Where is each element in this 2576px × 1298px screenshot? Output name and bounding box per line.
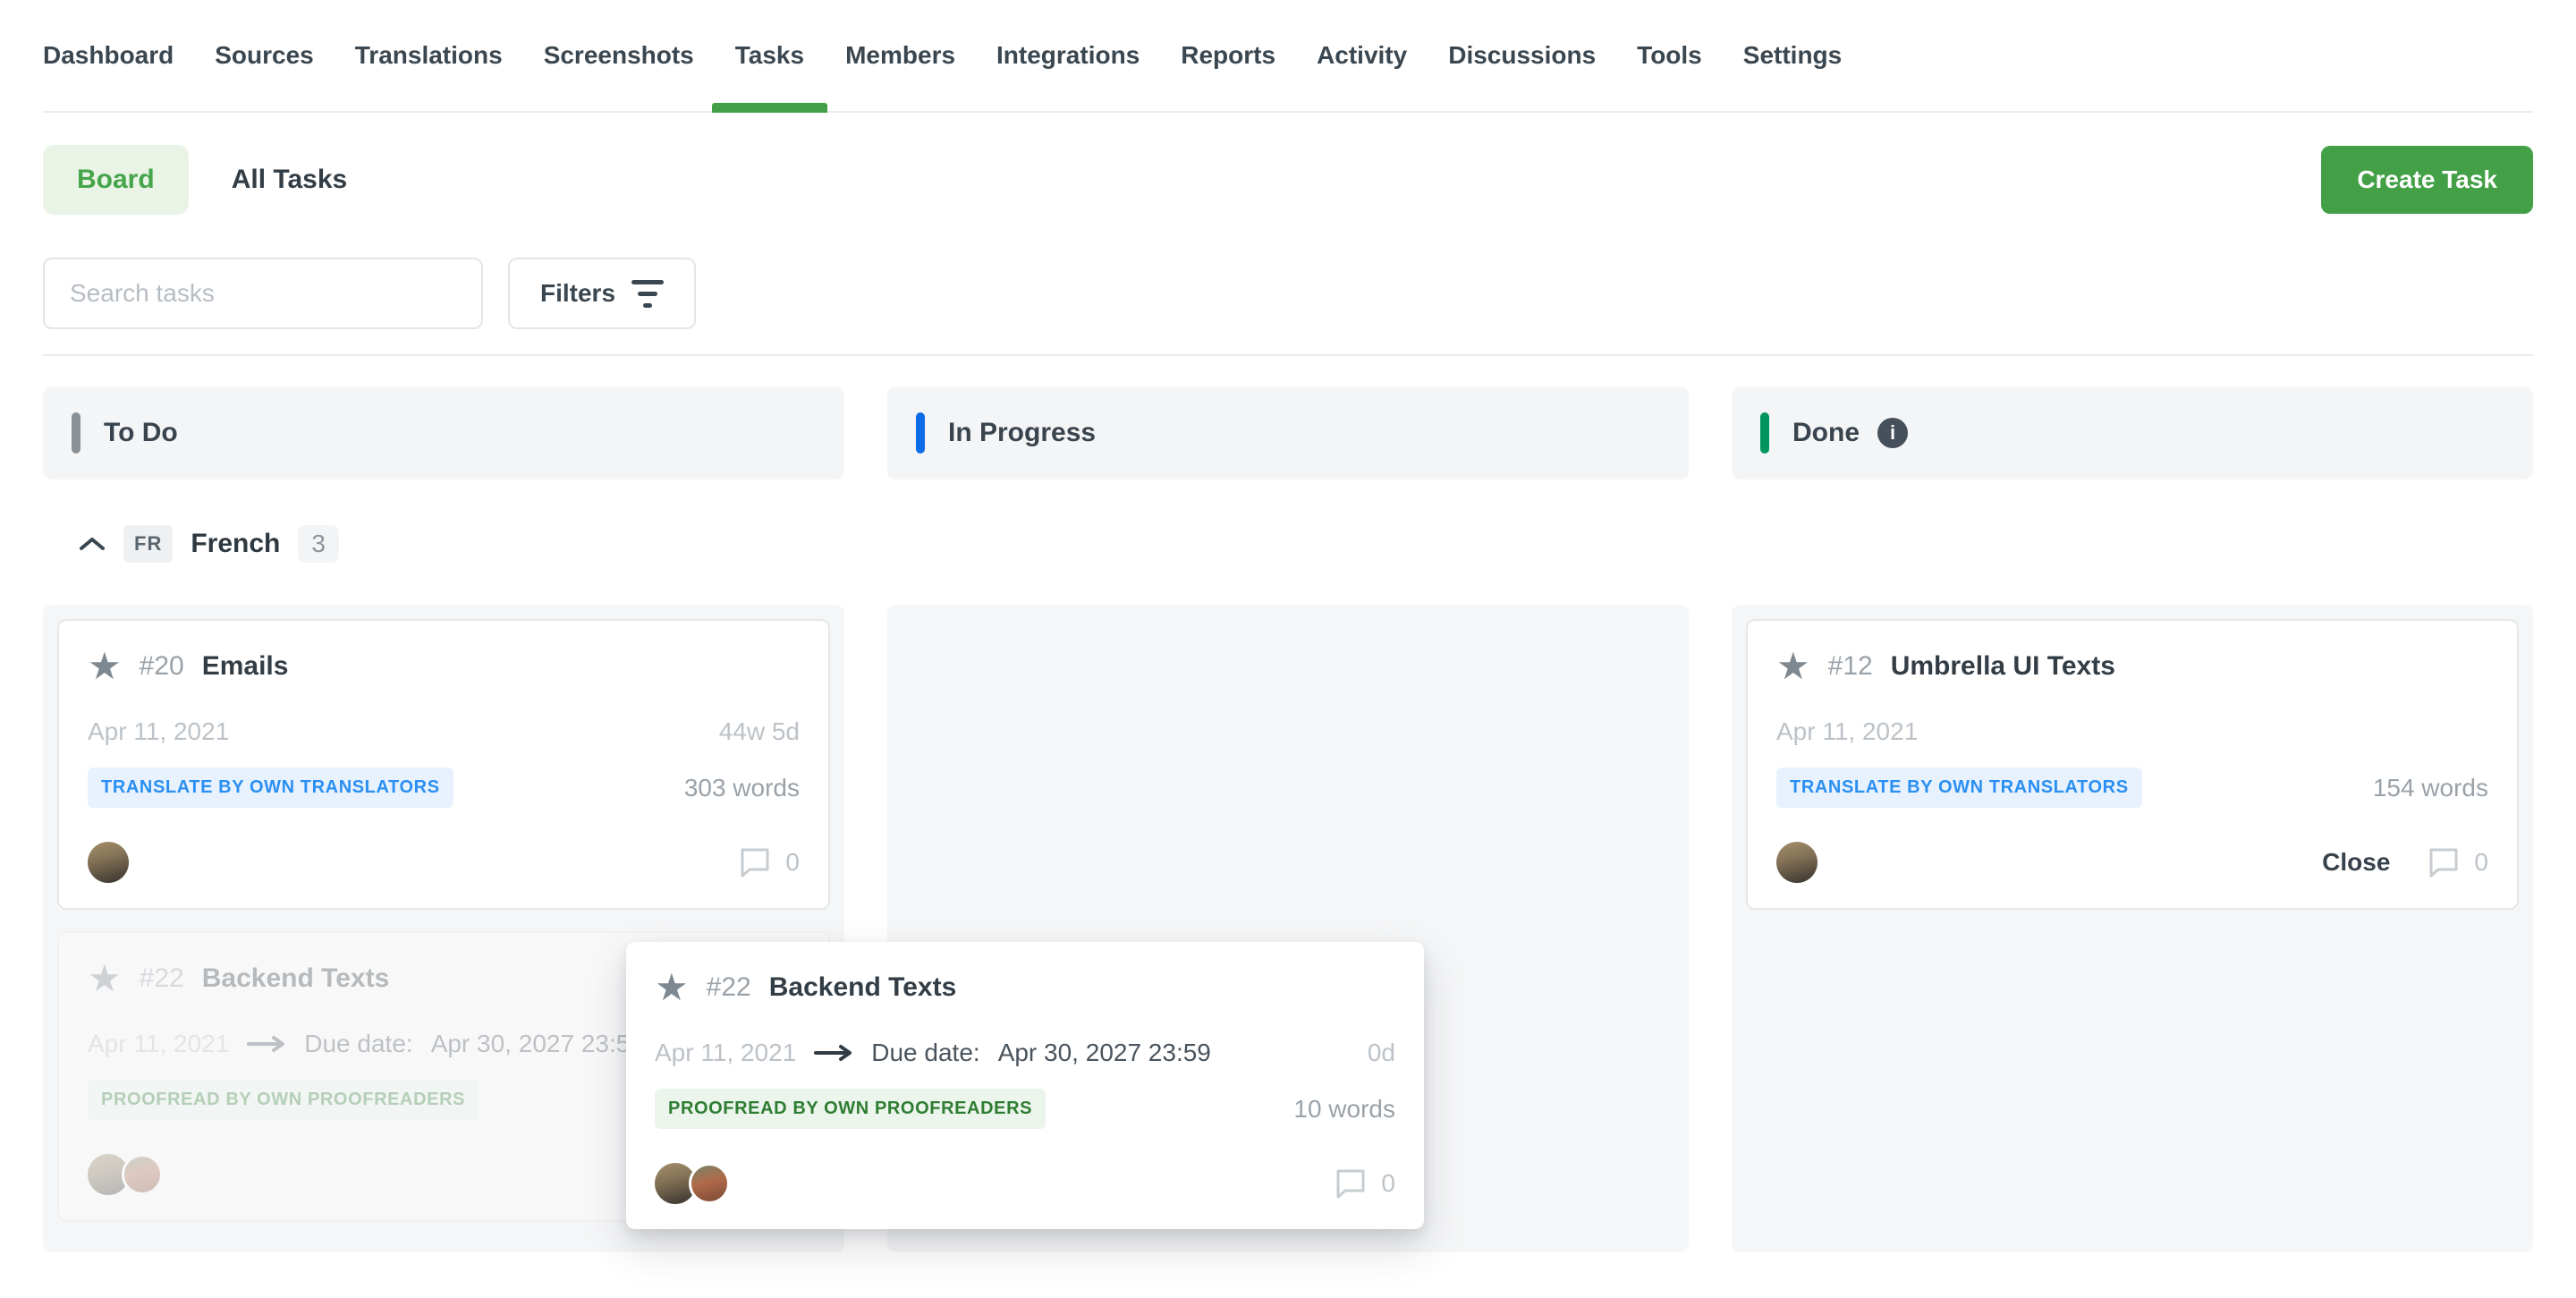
nav-item-members[interactable]: Members (845, 0, 955, 111)
task-type-badge: PROOFREAD BY OWN PROOFREADERS (655, 1089, 1046, 1129)
comment-count: 0 (1381, 1169, 1395, 1198)
filters-button-label: Filters (540, 279, 615, 308)
star-icon: ★ (88, 960, 122, 997)
arrow-right-icon (247, 1035, 286, 1053)
due-date-value: Apr 30, 2027 23:59 (998, 1039, 1211, 1067)
nav-item-settings[interactable]: Settings (1743, 0, 1842, 111)
avatar (689, 1163, 730, 1204)
column-label-in-progress: In Progress (948, 418, 1096, 448)
avatar (122, 1154, 163, 1195)
task-word-count: 154 words (2373, 774, 2488, 802)
task-id: #20 (140, 651, 184, 682)
nav-item-tasks[interactable]: Tasks (735, 0, 804, 111)
task-time-left: 0d (1368, 1039, 1395, 1067)
nav-item-tools[interactable]: Tools (1637, 0, 1702, 111)
task-type-badge: TRANSLATE BY OWN TRANSLATORS (88, 768, 453, 808)
task-id: #22 (140, 963, 184, 994)
due-date-label: Due date: (871, 1039, 979, 1067)
nav-item-screenshots[interactable]: Screenshots (544, 0, 694, 111)
board-toolbar: Board All Tasks Create Task (43, 145, 2533, 215)
main-nav: Dashboard Sources Translations Screensho… (43, 0, 2533, 113)
comment-icon (2428, 847, 2460, 878)
chevron-up-icon[interactable] (79, 536, 106, 552)
language-code-badge: FR (123, 525, 173, 563)
avatar[interactable] (1776, 842, 1818, 883)
task-title: Backend Texts (202, 963, 390, 994)
task-card-backend-dragging[interactable]: ★ #22 Backend Texts Apr 11, 2021 Due dat… (626, 942, 1424, 1229)
tasks-board-page: Dashboard Sources Translations Screensho… (0, 0, 2576, 1298)
star-icon[interactable]: ★ (88, 648, 122, 685)
comment-count: 0 (785, 848, 800, 877)
assignee-avatars (1776, 842, 1818, 883)
task-id: #22 (707, 972, 751, 1003)
comment-icon (1335, 1168, 1367, 1199)
due-date-value: Apr 30, 2027 23:59 (431, 1030, 644, 1058)
filter-icon (631, 280, 664, 308)
task-card-umbrella[interactable]: ★ #12 Umbrella UI Texts Apr 11, 2021 TRA… (1746, 619, 2519, 910)
nav-item-discussions[interactable]: Discussions (1448, 0, 1596, 111)
task-title: Umbrella UI Texts (1891, 651, 2115, 682)
task-type-badge: TRANSLATE BY OWN TRANSLATORS (1776, 768, 2142, 808)
create-task-button[interactable]: Create Task (2321, 146, 2533, 214)
column-header-todo: To Do (43, 386, 844, 479)
language-group-row: FR French 3 (79, 521, 2533, 567)
nav-item-sources[interactable]: Sources (215, 0, 314, 111)
task-time-left: 44w 5d (719, 717, 800, 746)
info-icon[interactable]: i (1877, 418, 1908, 448)
nav-item-translations[interactable]: Translations (355, 0, 503, 111)
task-type-badge: PROOFREAD BY OWN PROOFREADERS (88, 1080, 479, 1120)
column-header-done: Done i (1732, 386, 2533, 479)
assignee-avatars (88, 842, 129, 883)
task-title: Emails (202, 651, 289, 682)
task-date: Apr 11, 2021 (88, 1030, 229, 1058)
star-icon[interactable]: ★ (655, 969, 689, 1006)
comment-count: 0 (2474, 848, 2488, 877)
task-word-count: 303 words (684, 774, 800, 802)
comment-icon (739, 847, 771, 878)
nav-item-activity[interactable]: Activity (1317, 0, 1407, 111)
task-card-emails[interactable]: ★ #20 Emails Apr 11, 2021 44w 5d TRANSLA… (57, 619, 830, 910)
assignee-avatars (88, 1154, 163, 1195)
tab-board[interactable]: Board (43, 145, 189, 215)
star-icon[interactable]: ★ (1776, 648, 1810, 685)
assignee-avatars (655, 1163, 730, 1204)
task-id: #12 (1828, 651, 1873, 682)
due-date-label: Due date: (304, 1030, 412, 1058)
in-progress-status-bar (916, 412, 925, 454)
task-date: Apr 11, 2021 (655, 1039, 796, 1067)
filters-button[interactable]: Filters (508, 258, 696, 329)
tab-all-tasks[interactable]: All Tasks (232, 165, 348, 195)
task-title: Backend Texts (769, 972, 957, 1003)
todo-status-bar (72, 412, 80, 454)
task-date: Apr 11, 2021 (88, 717, 229, 746)
task-date: Apr 11, 2021 (1776, 717, 1918, 746)
lane-done: ★ #12 Umbrella UI Texts Apr 11, 2021 TRA… (1732, 605, 2533, 1252)
column-label-todo: To Do (104, 418, 178, 448)
close-task-button[interactable]: Close (2322, 848, 2390, 877)
column-header-in-progress: In Progress (887, 386, 1689, 479)
avatar[interactable] (88, 842, 129, 883)
search-input[interactable] (43, 258, 483, 329)
task-count-badge: 3 (298, 525, 339, 563)
filter-row: Filters (43, 258, 2533, 329)
arrow-right-icon (814, 1044, 853, 1062)
column-headers: To Do In Progress Done i (43, 386, 2533, 479)
nav-item-integrations[interactable]: Integrations (996, 0, 1140, 111)
nav-item-reports[interactable]: Reports (1181, 0, 1275, 111)
section-divider (43, 354, 2533, 356)
task-word-count: 10 words (1293, 1095, 1395, 1124)
done-status-bar (1760, 412, 1769, 454)
language-name: French (191, 529, 280, 559)
nav-item-dashboard[interactable]: Dashboard (43, 0, 174, 111)
column-label-done: Done (1792, 418, 1860, 448)
